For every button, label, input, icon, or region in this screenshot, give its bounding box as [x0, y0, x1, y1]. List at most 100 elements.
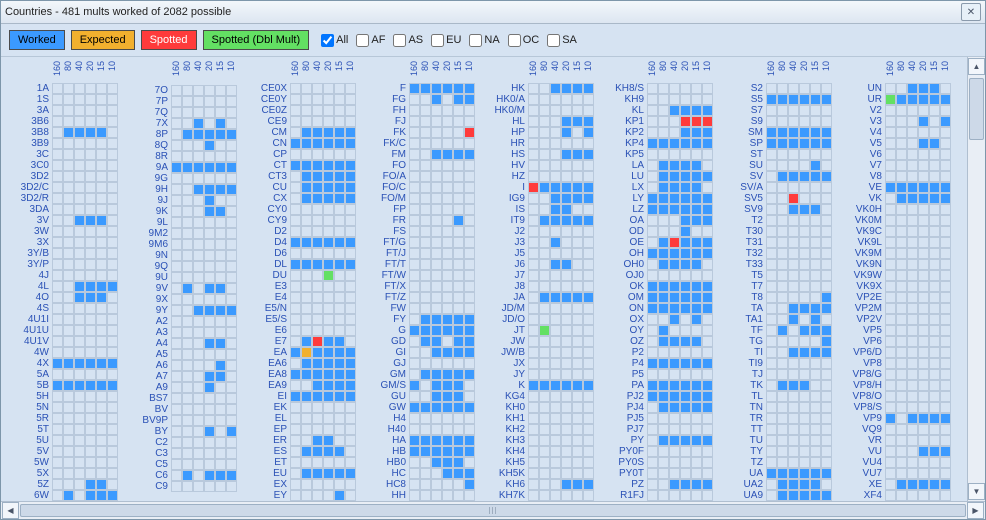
- band-cell[interactable]: [572, 182, 583, 193]
- band-cell[interactable]: [810, 105, 821, 116]
- prefix-label[interactable]: PA: [602, 380, 647, 391]
- filter-sa[interactable]: SA: [547, 34, 577, 47]
- band-cell[interactable]: [63, 127, 74, 138]
- band-cell[interactable]: [885, 292, 896, 303]
- band-cell[interactable]: [658, 182, 669, 193]
- band-cell[interactable]: [464, 457, 475, 468]
- band-cell[interactable]: [323, 94, 334, 105]
- prefix-row[interactable]: V7: [840, 160, 951, 171]
- band-cell[interactable]: [647, 369, 658, 380]
- band-cell[interactable]: [464, 259, 475, 270]
- band-cell[interactable]: [896, 391, 907, 402]
- band-cell[interactable]: [528, 314, 539, 325]
- prefix-row[interactable]: 9Y: [126, 305, 237, 316]
- band-cell[interactable]: [63, 149, 74, 160]
- band-cell[interactable]: [85, 336, 96, 347]
- band-cell[interactable]: [85, 303, 96, 314]
- prefix-label[interactable]: VP2V: [840, 314, 885, 325]
- band-cell[interactable]: [539, 160, 550, 171]
- band-cell[interactable]: [918, 248, 929, 259]
- band-cell[interactable]: [171, 404, 182, 415]
- band-cell[interactable]: [896, 347, 907, 358]
- band-cell[interactable]: [442, 402, 453, 413]
- band-cell[interactable]: [431, 138, 442, 149]
- band-cell[interactable]: [334, 347, 345, 358]
- band-cell[interactable]: [929, 402, 940, 413]
- band-cell[interactable]: [680, 457, 691, 468]
- band-cell[interactable]: [821, 468, 832, 479]
- band-cell[interactable]: [323, 292, 334, 303]
- band-cell[interactable]: [323, 479, 334, 490]
- prefix-label[interactable]: FT/T: [364, 259, 409, 270]
- band-cell[interactable]: [940, 138, 951, 149]
- band-cell[interactable]: [52, 160, 63, 171]
- band-cell[interactable]: [777, 402, 788, 413]
- prefix-label[interactable]: KG4: [483, 391, 528, 402]
- prefix-label[interactable]: J6: [483, 259, 528, 270]
- band-cell[interactable]: [290, 138, 301, 149]
- band-cell[interactable]: [550, 270, 561, 281]
- prefix-label[interactable]: FT/J: [364, 248, 409, 259]
- band-cell[interactable]: [896, 160, 907, 171]
- band-cell[interactable]: [647, 204, 658, 215]
- band-cell[interactable]: [345, 83, 356, 94]
- band-cell[interactable]: [290, 468, 301, 479]
- band-cell[interactable]: [226, 85, 237, 96]
- band-cell[interactable]: [323, 138, 334, 149]
- band-cell[interactable]: [345, 215, 356, 226]
- prefix-label[interactable]: C9: [126, 481, 171, 492]
- band-cell[interactable]: [766, 193, 777, 204]
- band-cell[interactable]: [918, 215, 929, 226]
- band-cell[interactable]: [464, 193, 475, 204]
- prefix-label[interactable]: A3: [126, 327, 171, 338]
- prefix-label[interactable]: V3: [840, 116, 885, 127]
- band-cell[interactable]: [583, 479, 594, 490]
- band-cell[interactable]: [669, 237, 680, 248]
- prefix-label[interactable]: VP2E: [840, 292, 885, 303]
- prefix-row[interactable]: TI9: [721, 358, 832, 369]
- band-cell[interactable]: [788, 369, 799, 380]
- band-cell[interactable]: [226, 316, 237, 327]
- band-cell[interactable]: [63, 446, 74, 457]
- prefix-label[interactable]: P2: [602, 347, 647, 358]
- band-cell[interactable]: [193, 129, 204, 140]
- band-cell[interactable]: [301, 325, 312, 336]
- band-cell[interactable]: [63, 358, 74, 369]
- band-cell[interactable]: [431, 182, 442, 193]
- band-cell[interactable]: [107, 160, 118, 171]
- prefix-label[interactable]: SU: [721, 160, 766, 171]
- band-cell[interactable]: [334, 336, 345, 347]
- band-cell[interactable]: [918, 347, 929, 358]
- band-cell[interactable]: [658, 490, 669, 501]
- band-cell[interactable]: [301, 391, 312, 402]
- band-cell[interactable]: [345, 446, 356, 457]
- band-cell[interactable]: [669, 259, 680, 270]
- band-cell[interactable]: [74, 259, 85, 270]
- prefix-row[interactable]: JX: [483, 358, 594, 369]
- prefix-row[interactable]: 3Y/B: [7, 248, 118, 259]
- band-cell[interactable]: [777, 116, 788, 127]
- prefix-label[interactable]: G: [364, 325, 409, 336]
- band-cell[interactable]: [409, 468, 420, 479]
- band-cell[interactable]: [226, 239, 237, 250]
- band-cell[interactable]: [182, 327, 193, 338]
- band-cell[interactable]: [204, 162, 215, 173]
- band-cell[interactable]: [453, 94, 464, 105]
- band-cell[interactable]: [691, 171, 702, 182]
- band-cell[interactable]: [312, 380, 323, 391]
- band-cell[interactable]: [680, 446, 691, 457]
- prefix-row[interactable]: E3: [245, 281, 356, 292]
- band-cell[interactable]: [669, 270, 680, 281]
- band-cell[interactable]: [420, 138, 431, 149]
- band-cell[interactable]: [345, 457, 356, 468]
- band-cell[interactable]: [96, 413, 107, 424]
- band-cell[interactable]: [777, 127, 788, 138]
- band-cell[interactable]: [420, 193, 431, 204]
- prefix-label[interactable]: S2: [721, 83, 766, 94]
- prefix-row[interactable]: 5B: [7, 380, 118, 391]
- band-cell[interactable]: [226, 294, 237, 305]
- band-cell[interactable]: [929, 446, 940, 457]
- band-cell[interactable]: [572, 204, 583, 215]
- band-cell[interactable]: [810, 83, 821, 94]
- band-cell[interactable]: [658, 303, 669, 314]
